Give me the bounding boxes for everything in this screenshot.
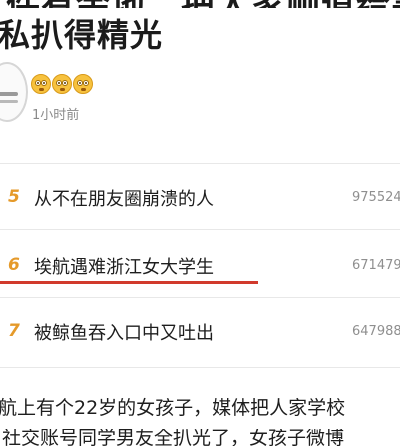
hot-list-item[interactable]: 7 被鲸鱼吞入口中又吐出 647988 [0,310,400,354]
divider [0,297,400,298]
emoji-reaction-row [31,74,93,94]
hot-topic-title[interactable]: 埃航遇难浙江女大学生 [34,253,214,279]
divider [0,163,400,164]
avatar[interactable] [0,62,28,122]
hot-topic-count: 671479 [352,258,400,273]
paragraph-line2-text: 社交账号同学男友全扒光了，女孩子微博 [2,429,345,446]
hot-topic-title[interactable]: 从不在朋友圈崩溃的人 [34,185,214,211]
flushed-face-icon [52,74,72,94]
hot-topic-count: 647988 [352,324,400,339]
flushed-face-icon [31,74,51,94]
flushed-face-icon [73,74,93,94]
divider [0,367,400,368]
rank-number: 5 [8,187,20,207]
hot-topic-count: 975524 [352,190,400,205]
divider [0,229,400,230]
paragraph-line2-cropped: 社交账号同学男友全扒光了，女孩子微博 [2,429,400,446]
headline-line2: 私扒得精光 [0,16,164,54]
rank-number: 7 [8,321,20,341]
hot-list-item[interactable]: 6 埃航遇难浙江女大学生 671479 [0,242,400,286]
paragraph-line1: 航上有个22岁的女孩子，媒体把人家学校 [0,397,346,419]
highlight-underline [0,281,258,284]
hot-topic-title[interactable]: 被鲸鱼吞入口中又吐出 [34,319,214,345]
post-time: 1小时前 [32,108,80,123]
hot-list-item[interactable]: 5 从不在朋友圈崩溃的人 975524 [0,176,400,220]
headline-line1-text: 件有余地，把人家顺道给害的 [6,0,400,8]
headline-cropped-line: 件有余地，把人家顺道给害的 [6,0,400,8]
rank-number: 6 [8,255,20,275]
